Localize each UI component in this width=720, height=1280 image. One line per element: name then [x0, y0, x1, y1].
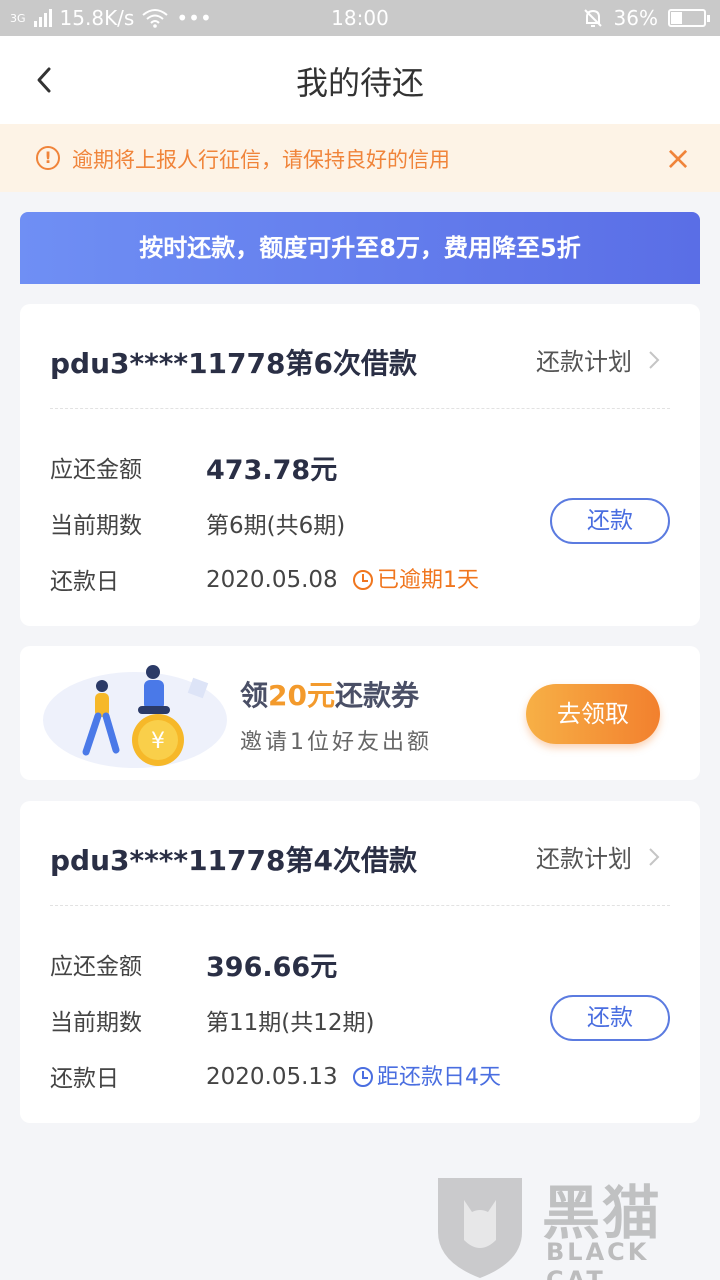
coupon-title-prefix: 领 — [240, 679, 269, 712]
due-date-label: 还款日 — [50, 569, 119, 595]
amount-value: 473.78元 — [206, 455, 338, 486]
loan-title: pdu3****11778第6次借款 — [50, 347, 417, 380]
status-right: 36% — [582, 6, 710, 30]
page-title: 我的待还 — [295, 64, 424, 102]
divider — [50, 905, 670, 906]
status-text: 已逾期1天 — [377, 568, 480, 593]
mute-bell-icon — [583, 9, 602, 27]
clock-icon — [353, 1067, 374, 1087]
repayment-plan-link[interactable]: 还款计划 — [536, 342, 660, 377]
overdue-status: 已逾期1天 — [353, 568, 479, 593]
blackcat-watermark: 黑猫 BLACK CAT — [430, 1160, 720, 1280]
due-date-label: 还款日 — [50, 1066, 119, 1092]
divider — [50, 408, 670, 409]
status-text: 距还款日4天 — [377, 1065, 502, 1090]
status-bar: 3G 15.8K/s ••• 18:00 36% — [0, 0, 720, 36]
watermark-en: BLACK CAT — [546, 1238, 650, 1280]
due-date-value: 2020.05.08 — [206, 567, 338, 593]
promo-banner[interactable]: 按时还款，额度可升至8万，费用降至5折 — [20, 212, 700, 284]
amount-value: 396.66元 — [206, 952, 338, 983]
claim-coupon-button[interactable]: 去领取 — [526, 684, 660, 744]
repay-button[interactable]: 还款 — [550, 498, 670, 544]
coupon-card: ¥ 领20元还款券 邀请1位好友出额 去领取 — [20, 646, 700, 780]
close-icon[interactable]: × — [658, 138, 698, 178]
coupon-title: 领20元还款券 — [240, 674, 419, 714]
battery-percent: 36% — [613, 6, 658, 30]
repay-button[interactable]: 还款 — [550, 995, 670, 1041]
due-date-row: 2020.05.13 距还款日4天 — [206, 1059, 501, 1091]
period-value: 第11期(共12期) — [206, 1010, 375, 1036]
invite-illustration: ¥ — [43, 665, 227, 768]
coupon-title-suffix: 还款券 — [334, 679, 419, 712]
period-label: 当前期数 — [50, 1010, 142, 1036]
due-date-row: 2020.05.08 已逾期1天 — [206, 562, 479, 594]
loan-card: pdu3****11778第6次借款 还款计划 应还金额 473.78元 当前期… — [20, 304, 700, 626]
warning-icon: ! — [36, 146, 60, 170]
repayment-plan-label: 还款计划 — [536, 845, 632, 873]
coupon-subtitle: 邀请1位好友出额 — [240, 730, 432, 755]
amount-label: 应还金额 — [50, 954, 142, 980]
coin-symbol: ¥ — [151, 729, 165, 754]
loan-card: pdu3****11778第4次借款 还款计划 应还金额 396.66元 当前期… — [20, 801, 700, 1123]
credit-notice: ! 逾期将上报人行征信，请保持良好的信用 × — [0, 124, 720, 192]
loan-title: pdu3****11778第4次借款 — [50, 844, 417, 877]
days-until-due-status: 距还款日4天 — [353, 1065, 501, 1090]
battery-icon — [668, 9, 710, 27]
clock-icon — [353, 570, 374, 590]
repayment-plan-label: 还款计划 — [536, 348, 632, 376]
notice-text: 逾期将上报人行征信，请保持良好的信用 — [72, 148, 450, 172]
blackcat-logo-icon — [438, 1178, 522, 1278]
coupon-amount: 20元 — [268, 679, 335, 712]
due-date-value: 2020.05.13 — [206, 1064, 338, 1090]
repayment-plan-link[interactable]: 还款计划 — [536, 839, 660, 874]
period-value: 第6期(共6期) — [206, 513, 346, 539]
amount-label: 应还金额 — [50, 457, 142, 483]
nav-header: 我的待还 — [0, 36, 720, 124]
chevron-right-icon — [649, 350, 660, 369]
chevron-right-icon — [649, 847, 660, 866]
period-label: 当前期数 — [50, 513, 142, 539]
